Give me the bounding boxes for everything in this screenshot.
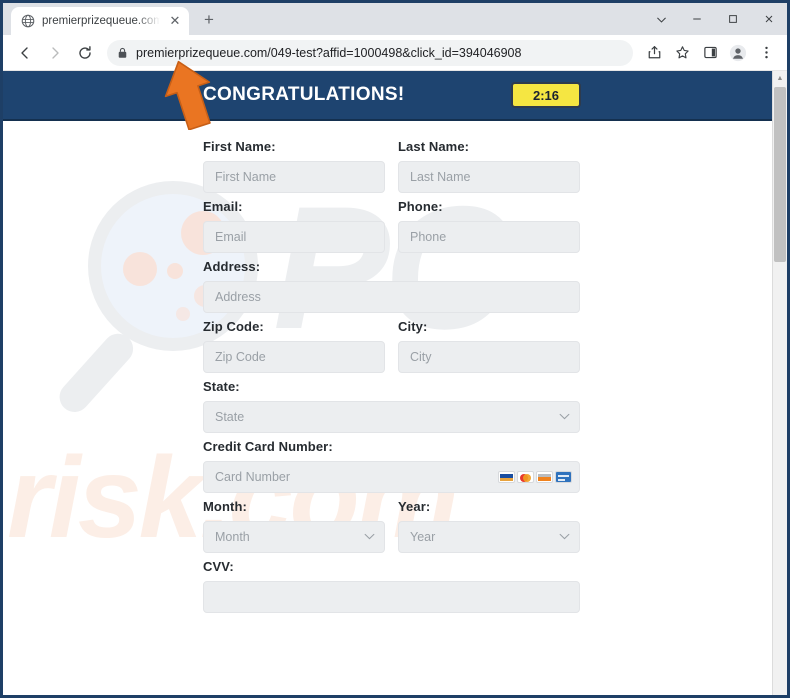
label-cvv: CVV: bbox=[203, 559, 234, 574]
year-selected-value: Year bbox=[410, 530, 436, 544]
tab-strip: premierprizequeue.com/049-tes ✕ + bbox=[3, 3, 787, 35]
checkout-form: First Name: First Name Last Name: Last N… bbox=[3, 121, 772, 613]
tab-title: premierprizequeue.com/049-tes bbox=[42, 15, 160, 27]
three-dot-menu-icon[interactable] bbox=[753, 40, 779, 66]
browser-toolbar: premierprizequeue.com/049-test?affid=100… bbox=[3, 35, 787, 71]
field-last-name: Last Name: Last Name bbox=[398, 139, 580, 193]
browser-tab[interactable]: premierprizequeue.com/049-tes ✕ bbox=[11, 7, 189, 35]
label-city: City: bbox=[398, 319, 428, 334]
last-name-input[interactable]: Last Name bbox=[398, 161, 580, 193]
label-zip-code: Zip Code: bbox=[203, 319, 264, 334]
accepted-cards bbox=[498, 471, 572, 483]
zip-code-input[interactable]: Zip Code bbox=[203, 341, 385, 373]
form-row-name: First Name: First Name Last Name: Last N… bbox=[203, 139, 772, 193]
label-address: Address: bbox=[203, 259, 261, 274]
maximize-icon[interactable] bbox=[715, 3, 751, 35]
browser-window: premierprizequeue.com/049-tes ✕ + bbox=[0, 0, 790, 698]
profile-avatar-icon[interactable] bbox=[725, 40, 751, 66]
globe-icon bbox=[20, 14, 35, 29]
countdown-timer[interactable]: 2:16 bbox=[511, 82, 581, 108]
form-row-cvv: CVV: bbox=[203, 559, 772, 613]
close-window-icon[interactable] bbox=[751, 3, 787, 35]
field-address: Address: Address bbox=[203, 259, 580, 313]
minimize-icon[interactable] bbox=[679, 3, 715, 35]
field-card-number: Credit Card Number: Card Number bbox=[203, 439, 580, 493]
amex-icon bbox=[555, 471, 572, 483]
close-tab-icon[interactable]: ✕ bbox=[167, 13, 183, 29]
tab-search-icon[interactable] bbox=[643, 3, 679, 35]
window-controls bbox=[643, 3, 787, 35]
field-year: Year: Year bbox=[398, 499, 580, 553]
state-select[interactable]: State bbox=[203, 401, 580, 433]
city-input[interactable]: City bbox=[398, 341, 580, 373]
form-row-zip-city: Zip Code: Zip Code City: City bbox=[203, 319, 772, 373]
share-icon[interactable] bbox=[641, 40, 667, 66]
form-row-state: State: State bbox=[203, 379, 772, 433]
congratulations-banner: CONGRATULATIONS! 2:16 bbox=[3, 71, 772, 121]
chevron-down-icon bbox=[559, 412, 570, 422]
card-number-input[interactable]: Card Number bbox=[203, 461, 580, 493]
discover-icon bbox=[536, 471, 553, 483]
label-last-name: Last Name: bbox=[398, 139, 470, 154]
field-month: Month: Month bbox=[203, 499, 385, 553]
month-select[interactable]: Month bbox=[203, 521, 385, 553]
label-card-number: Credit Card Number: bbox=[203, 439, 333, 454]
reload-button[interactable] bbox=[71, 39, 99, 67]
address-bar[interactable]: premierprizequeue.com/049-test?affid=100… bbox=[107, 39, 633, 66]
new-tab-button[interactable]: + bbox=[195, 6, 223, 34]
url-text: premierprizequeue.com/049-test?affid=100… bbox=[136, 45, 522, 60]
field-cvv: CVV: bbox=[203, 559, 580, 613]
field-city: City: City bbox=[398, 319, 580, 373]
year-select[interactable]: Year bbox=[398, 521, 580, 553]
field-state: State: State bbox=[203, 379, 580, 433]
first-name-input[interactable]: First Name bbox=[203, 161, 385, 193]
chevron-down-icon bbox=[364, 532, 375, 542]
label-email: Email: bbox=[203, 199, 243, 214]
state-selected-value: State bbox=[215, 410, 245, 424]
scroll-up-arrow[interactable]: ▲ bbox=[773, 71, 787, 86]
lock-icon bbox=[117, 47, 128, 59]
email-input[interactable]: Email bbox=[203, 221, 385, 253]
label-year: Year: bbox=[398, 499, 431, 514]
phone-input[interactable]: Phone bbox=[398, 221, 580, 253]
label-phone: Phone: bbox=[398, 199, 443, 214]
field-email: Email: Email bbox=[203, 199, 385, 253]
form-row-address: Address: Address bbox=[203, 259, 772, 313]
cvv-input[interactable] bbox=[203, 581, 580, 613]
address-input[interactable]: Address bbox=[203, 281, 580, 313]
field-phone: Phone: Phone bbox=[398, 199, 580, 253]
page-viewport: CONGRATULATIONS! 2:16 PC risk.com First … bbox=[3, 71, 787, 695]
label-first-name: First Name: bbox=[203, 139, 276, 154]
star-icon[interactable] bbox=[669, 40, 695, 66]
web-page-content: CONGRATULATIONS! 2:16 PC risk.com First … bbox=[3, 71, 772, 695]
label-state: State: bbox=[203, 379, 240, 394]
form-row-contact: Email: Email Phone: Phone bbox=[203, 199, 772, 253]
field-first-name: First Name: First Name bbox=[203, 139, 385, 193]
forward-button[interactable] bbox=[41, 39, 69, 67]
side-panel-icon[interactable] bbox=[697, 40, 723, 66]
field-zip-code: Zip Code: Zip Code bbox=[203, 319, 385, 373]
form-row-expiry: Month: Month Year: Year bbox=[203, 499, 772, 553]
visa-icon bbox=[498, 471, 515, 483]
label-month: Month: bbox=[203, 499, 247, 514]
month-selected-value: Month bbox=[215, 530, 250, 544]
chevron-down-icon bbox=[559, 532, 570, 542]
scroll-thumb[interactable] bbox=[774, 87, 786, 262]
back-button[interactable] bbox=[11, 39, 39, 67]
form-row-card: Credit Card Number: Card Number bbox=[203, 439, 772, 493]
mastercard-icon bbox=[517, 471, 534, 483]
page-scrollbar[interactable]: ▲ bbox=[772, 71, 787, 695]
banner-title: CONGRATULATIONS! bbox=[203, 84, 405, 105]
card-number-placeholder: Card Number bbox=[215, 470, 291, 484]
